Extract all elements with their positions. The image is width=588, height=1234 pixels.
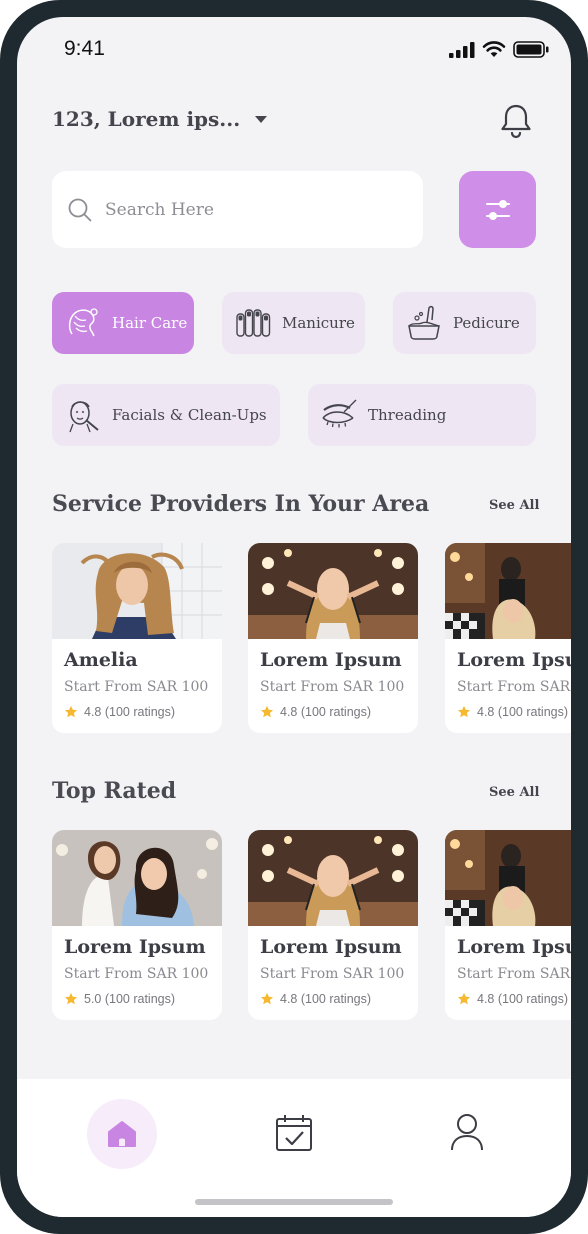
provider-name: Amelia	[64, 649, 138, 671]
provider-photo	[445, 543, 571, 639]
provider-card[interactable]: Lorem Ipsum Start From SAR 100 4.8 (100 …	[445, 543, 571, 733]
search-input[interactable]	[105, 199, 375, 220]
category-label: Facials & Clean-Ups	[112, 406, 267, 424]
phone-frame: 9:41 123, Lorem ips... Search Here Hair …	[0, 0, 588, 1234]
pedicure-icon	[408, 305, 440, 340]
provider-rating: 4.8 (100 ratings)	[457, 705, 568, 719]
provider-card[interactable]: Lorem Ipsum Start From SAR 100 4.8 (100 …	[248, 543, 418, 733]
top-rated-carousel[interactable]: Lorem Ipsum Start From SAR 100 5.0 (100 …	[52, 830, 571, 1020]
rating-text: 4.8 (100 ratings)	[84, 705, 176, 719]
provider-photo	[248, 830, 418, 926]
hair-care-icon	[68, 308, 98, 337]
provider-price: Start From SAR 100	[64, 679, 209, 695]
category-label: Manicure	[282, 314, 355, 332]
battery-icon	[513, 41, 549, 58]
providers-carousel[interactable]: Amelia Start From SAR 100 4.8 (100 ratin…	[52, 543, 571, 733]
provider-name: Lorem Ipsum	[457, 936, 571, 958]
provider-photo	[248, 543, 418, 639]
manicure-icon	[236, 309, 271, 337]
rating-text: 5.0 (100 ratings)	[84, 992, 176, 1006]
category-threading[interactable]: Threading	[308, 384, 536, 446]
star-icon	[64, 992, 78, 1005]
provider-price: Start From SAR 100	[457, 966, 571, 982]
caret-down-icon	[255, 115, 268, 123]
category-label: Pedicure	[453, 314, 520, 332]
provider-name: Lorem Ipsum	[457, 649, 571, 671]
provider-price: Start From SAR 100	[64, 966, 209, 982]
filter-button[interactable]	[459, 171, 536, 248]
wifi-icon	[482, 41, 506, 57]
star-icon	[457, 705, 471, 718]
search-box[interactable]	[52, 171, 423, 248]
status-time: 9:41	[64, 37, 105, 60]
status-icons	[449, 41, 549, 58]
category-pedicure[interactable]: Pedicure	[393, 292, 536, 354]
bell-icon[interactable]	[499, 103, 533, 139]
provider-rating: 4.8 (100 ratings)	[260, 992, 371, 1006]
provider-price: Start From SAR 100	[260, 966, 405, 982]
provider-card[interactable]: Amelia Start From SAR 100 4.8 (100 ratin…	[52, 543, 222, 733]
category-label: Hair Care	[112, 314, 188, 332]
provider-rating: 4.8 (100 ratings)	[64, 705, 175, 719]
see-all-top-rated-link[interactable]: See All	[489, 785, 539, 800]
provider-name: Lorem Ipsum	[260, 649, 402, 671]
app-screen: 9:41 123, Lorem ips... Search Here Hair …	[17, 17, 571, 1217]
provider-name: Lorem Ipsum	[260, 936, 402, 958]
provider-rating: 5.0 (100 ratings)	[64, 992, 175, 1006]
provider-card[interactable]: Lorem Ipsum Start From SAR 100 4.8 (100 …	[445, 830, 571, 1020]
location-selector[interactable]: 123, Lorem ips...	[52, 107, 268, 131]
home-icon	[108, 1121, 136, 1147]
category-facials[interactable]: Facials & Clean-Ups	[52, 384, 280, 446]
section-title-providers: Service Providers In Your Area	[52, 491, 430, 517]
star-icon	[260, 992, 274, 1005]
rating-text: 4.8 (100 ratings)	[477, 992, 569, 1006]
provider-photo	[445, 830, 571, 926]
provider-photo	[52, 830, 222, 926]
provider-price: Start From SAR 100	[260, 679, 405, 695]
location-text: 123, Lorem ips...	[52, 107, 241, 131]
provider-name: Lorem Ipsum	[64, 936, 206, 958]
threading-icon	[322, 399, 357, 428]
category-manicure[interactable]: Manicure	[222, 292, 365, 354]
star-icon	[260, 705, 274, 718]
signal-icon	[449, 41, 475, 58]
facial-icon	[69, 401, 99, 433]
star-icon	[64, 705, 78, 718]
star-icon	[457, 992, 471, 1005]
home-indicator	[195, 1199, 393, 1205]
provider-card[interactable]: Lorem Ipsum Start From SAR 100 4.8 (100 …	[248, 830, 418, 1020]
category-label: Threading	[368, 406, 447, 424]
provider-photo	[52, 543, 222, 639]
provider-price: Start From SAR 100	[457, 679, 571, 695]
rating-text: 4.8 (100 ratings)	[477, 705, 569, 719]
profile-icon[interactable]	[449, 1113, 485, 1151]
rating-text: 4.8 (100 ratings)	[280, 705, 372, 719]
nav-home-button[interactable]	[87, 1099, 157, 1169]
provider-rating: 4.8 (100 ratings)	[457, 992, 568, 1006]
calendar-check-icon[interactable]	[275, 1114, 313, 1152]
sliders-icon	[485, 199, 510, 220]
see-all-providers-link[interactable]: See All	[489, 498, 539, 513]
search-icon	[68, 198, 92, 221]
provider-rating: 4.8 (100 ratings)	[260, 705, 371, 719]
provider-card[interactable]: Lorem Ipsum Start From SAR 100 5.0 (100 …	[52, 830, 222, 1020]
category-hair-care[interactable]: Hair Care	[52, 292, 194, 354]
bottom-nav	[17, 1079, 571, 1217]
section-title-top-rated: Top Rated	[52, 778, 177, 804]
rating-text: 4.8 (100 ratings)	[280, 992, 372, 1006]
